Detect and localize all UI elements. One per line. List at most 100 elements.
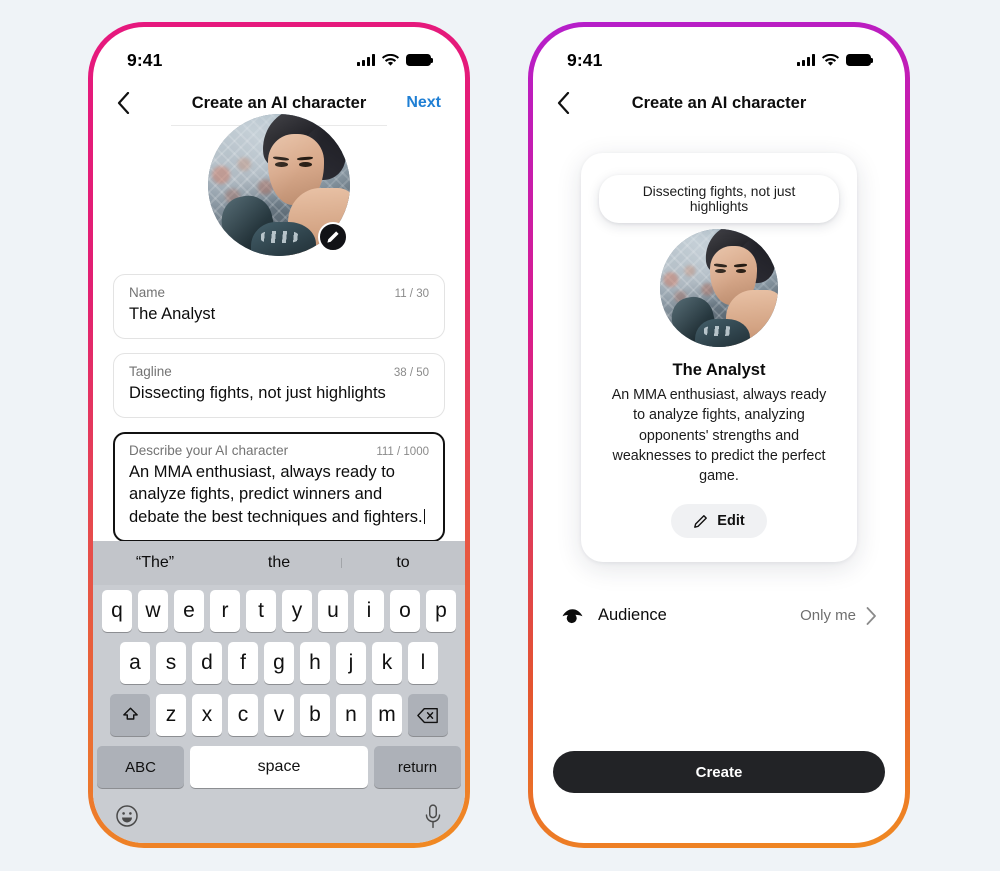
status-clock: 9:41 xyxy=(127,49,163,70)
screenshot-stage: 9:41 Create an AI character Next Name 11… xyxy=(0,0,1000,871)
nav-bar-right: Create an AI character xyxy=(533,81,905,125)
field-name[interactable]: Name 11 / 30 The Analyst xyxy=(113,274,445,339)
avatar-uploader[interactable] xyxy=(208,114,350,256)
preview-character-description: An MMA enthusiast, always ready to analy… xyxy=(611,387,827,485)
key-d[interactable]: d xyxy=(192,642,222,684)
phone-frame-right: 9:41 Create an AI character Dissecting f… xyxy=(528,22,910,848)
field-value[interactable]: Dissecting fights, not just highlights xyxy=(129,382,429,405)
battery-full-icon xyxy=(406,53,434,67)
wifi-icon xyxy=(822,53,839,66)
back-button[interactable] xyxy=(117,92,147,114)
character-form: Name 11 / 30 The Analyst Tagline 38 / 50… xyxy=(93,114,465,542)
shift-arrow-icon xyxy=(122,707,138,720)
shift-key-icon[interactable] xyxy=(110,694,150,736)
key-l[interactable]: l xyxy=(408,642,438,684)
edit-button[interactable]: Edit xyxy=(671,504,767,539)
key-j[interactable]: j xyxy=(336,642,366,684)
status-icons xyxy=(797,53,874,67)
page-title: Create an AI character xyxy=(631,93,807,112)
key-x[interactable]: x xyxy=(192,694,222,736)
phone-frame-left: 9:41 Create an AI character Next Name 11… xyxy=(88,22,470,848)
keyboard-row-1: q w e r t y u i o p xyxy=(93,585,465,637)
suggestion-bar: “The” the to xyxy=(93,541,465,585)
preview-character-name: The Analyst xyxy=(672,361,766,379)
create-button[interactable]: Create xyxy=(553,751,885,793)
key-i[interactable]: i xyxy=(354,590,384,632)
key-r[interactable]: r xyxy=(210,590,240,632)
space-key[interactable]: space xyxy=(190,746,368,788)
abc-key[interactable]: ABC xyxy=(97,746,185,788)
keyboard-bottom-bar xyxy=(93,793,465,839)
key-y[interactable]: y xyxy=(282,590,312,632)
avatar-edit-badge[interactable] xyxy=(318,222,348,252)
wifi-icon xyxy=(382,53,399,66)
key-q[interactable]: q xyxy=(102,590,132,632)
field-list: Name 11 / 30 The Analyst Tagline 38 / 50… xyxy=(93,256,465,542)
back-button[interactable] xyxy=(557,92,587,114)
key-n[interactable]: n xyxy=(336,694,366,736)
chevron-right-icon xyxy=(866,607,877,625)
key-h[interactable]: h xyxy=(300,642,330,684)
emoji-smiley-icon[interactable] xyxy=(115,804,139,828)
preview-avatar-wrap xyxy=(599,229,839,347)
field-label: Name xyxy=(129,285,166,300)
key-u[interactable]: u xyxy=(318,590,348,632)
phone-screen-right: 9:41 Create an AI character Dissecting f… xyxy=(533,27,905,843)
suggestion-2[interactable]: to xyxy=(341,554,465,572)
on-screen-keyboard: “The” the to q w e r t y u i o p a s d f… xyxy=(93,541,465,843)
phone-screen-left: 9:41 Create an AI character Next Name 11… xyxy=(93,27,465,843)
key-a[interactable]: a xyxy=(120,642,150,684)
key-s[interactable]: s xyxy=(156,642,186,684)
audience-label: Audience xyxy=(598,606,667,625)
field-description[interactable]: Describe your AI character 111 / 1000 An… xyxy=(113,431,445,542)
key-p[interactable]: p xyxy=(426,590,456,632)
key-t[interactable]: t xyxy=(246,590,276,632)
audience-value: Only me xyxy=(800,607,856,625)
edit-button-label: Edit xyxy=(717,513,745,530)
status-bar-right: 9:41 xyxy=(533,27,905,81)
signal-bars-icon xyxy=(357,54,375,66)
key-o[interactable]: o xyxy=(390,590,420,632)
field-value-wrap[interactable]: An MMA enthusiast, always ready to analy… xyxy=(129,461,429,529)
character-preview-card: Dissecting fights, not just highlights T… xyxy=(581,153,857,563)
field-header: Describe your AI character 111 / 1000 xyxy=(129,443,429,458)
backspace-key-icon[interactable] xyxy=(408,694,448,736)
key-g[interactable]: g xyxy=(264,642,294,684)
key-f[interactable]: f xyxy=(228,642,258,684)
key-m[interactable]: m xyxy=(372,694,402,736)
chevron-left-icon xyxy=(557,92,570,114)
suggestion-1[interactable]: the xyxy=(217,554,341,572)
key-w[interactable]: w xyxy=(138,590,168,632)
suggestion-0[interactable]: “The” xyxy=(93,554,217,572)
status-bar-left: 9:41 xyxy=(93,27,465,81)
next-button[interactable]: Next xyxy=(406,94,441,112)
keyboard-row-3: z x c v b n m xyxy=(93,689,465,741)
keyboard-row-4: ABC space return xyxy=(93,741,465,793)
chevron-left-icon xyxy=(117,92,130,114)
backspace-arrow-icon xyxy=(417,707,438,723)
field-value[interactable]: The Analyst xyxy=(129,303,429,326)
tagline-bubble: Dissecting fights, not just highlights xyxy=(599,175,839,223)
status-clock: 9:41 xyxy=(567,49,603,70)
microphone-icon[interactable] xyxy=(423,803,443,829)
key-v[interactable]: v xyxy=(264,694,294,736)
audience-row[interactable]: Audience Only me xyxy=(533,606,905,625)
key-k[interactable]: k xyxy=(372,642,402,684)
pencil-icon xyxy=(327,231,339,243)
field-tagline[interactable]: Tagline 38 / 50 Dissecting fights, not j… xyxy=(113,352,445,418)
avatar-image xyxy=(660,229,778,347)
audience-privacy-icon xyxy=(562,609,583,624)
key-c[interactable]: c xyxy=(228,694,258,736)
text-caret xyxy=(423,509,426,525)
field-header: Tagline 38 / 50 xyxy=(129,364,429,379)
key-b[interactable]: b xyxy=(300,694,330,736)
key-z[interactable]: z xyxy=(156,694,186,736)
key-e[interactable]: e xyxy=(174,590,204,632)
field-value: An MMA enthusiast, always ready to analy… xyxy=(129,462,423,527)
return-key[interactable]: return xyxy=(374,746,462,788)
field-label: Describe your AI character xyxy=(129,442,289,458)
field-label: Tagline xyxy=(129,363,172,379)
field-counter: 11 / 30 xyxy=(394,288,429,300)
signal-bars-icon xyxy=(797,54,815,66)
pencil-icon xyxy=(694,515,708,528)
